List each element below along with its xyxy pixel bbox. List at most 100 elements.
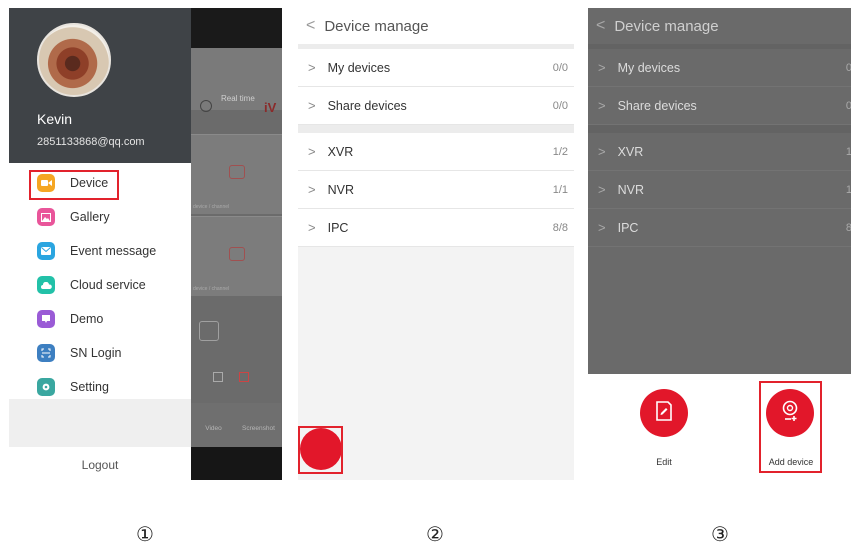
background-app-view: iV Real time device / channel device / c… (191, 8, 282, 480)
menu-item-label: Device (70, 176, 109, 190)
list-item-my-devices[interactable]: > My devices 0/0 (298, 49, 574, 87)
chevron-right-icon: > (308, 182, 316, 197)
edit-icon (654, 400, 674, 427)
drawer-menu: Device Gallery Event message Cloud servi… (9, 166, 191, 404)
cell-label: device / channel (193, 204, 230, 210)
chevron-right-icon: > (308, 98, 316, 113)
menu-item-label: Demo (70, 312, 104, 326)
tab-video-label: Video (205, 425, 222, 432)
cloud-icon (37, 276, 55, 294)
list-item-xvr[interactable]: > XVR 1/2 (298, 133, 574, 171)
drawer-spacer (9, 399, 191, 447)
dimmed-overlay[interactable]: < Device manage > My devices 0/ > Share … (588, 8, 851, 374)
app-drawer-screen: iV Real time device / channel device / c… (9, 8, 282, 480)
chevron-right-icon: > (308, 220, 316, 235)
video-cell: device / channel (191, 134, 282, 214)
logout-button[interactable]: Logout (9, 458, 191, 472)
list-item-label: NVR (327, 182, 354, 197)
camera-icon (229, 247, 245, 261)
chevron-right-icon: > (598, 60, 606, 75)
device-count: 1/ (845, 145, 851, 158)
step-number-1: ① (136, 522, 154, 546)
header: < Device manage (298, 8, 574, 44)
user-icon (200, 100, 212, 112)
device-count: 0/0 (552, 99, 568, 112)
chevron-right-icon: > (598, 98, 606, 113)
chevron-right-icon: > (598, 182, 606, 197)
video-camera-icon (37, 174, 55, 192)
tab-real-time: Real time (221, 94, 255, 103)
tab-video: Video (191, 403, 236, 447)
edit-label: Edit (656, 457, 672, 467)
list-item-label: My devices (327, 60, 391, 75)
device-count: 0/ (845, 61, 851, 74)
app-logo: iV (264, 100, 277, 115)
scan-icon (37, 344, 55, 362)
page-title: Device manage (614, 17, 719, 35)
menu-item-label: Event message (70, 244, 157, 258)
camera-icon (229, 165, 245, 179)
background-status-bar (191, 8, 282, 48)
menu-item-gallery[interactable]: Gallery (9, 200, 191, 234)
user-email: 2851133868@qq.com (37, 136, 145, 148)
device-count: 8/ (845, 221, 851, 234)
tab-screenshot-label: Screenshot (242, 425, 275, 432)
device-count: 8/8 (552, 221, 568, 234)
image-icon (37, 208, 55, 226)
divider (298, 125, 574, 133)
cell-label: device / channel (193, 286, 230, 292)
chevron-right-icon: > (308, 144, 316, 159)
list-item-label: Share devices (327, 98, 407, 113)
menu-item-sn-login[interactable]: SN Login (9, 336, 191, 370)
demo-icon (37, 310, 55, 328)
background-nav-bar (191, 447, 282, 480)
device-count: 0/0 (552, 61, 568, 74)
highlight-box (298, 426, 343, 474)
avatar[interactable] (37, 23, 111, 97)
highlight-box (759, 381, 822, 473)
profile-header: Kevin 2851133868@qq.com (9, 8, 191, 163)
menu-item-event-message[interactable]: Event message (9, 234, 191, 268)
list-item-nvr: > NVR 1/ (588, 171, 851, 209)
list-item-share-devices[interactable]: > Share devices 0/0 (298, 87, 574, 125)
list-item-label: Share devices (617, 98, 697, 113)
menu-item-label: SN Login (70, 346, 122, 360)
list-item-xvr: > XVR 1/ (588, 133, 851, 171)
video-cell: device / channel (191, 216, 282, 296)
menu-item-cloud-service[interactable]: Cloud service (9, 268, 191, 302)
list-item-ipc[interactable]: > IPC 8/8 (298, 209, 574, 247)
edit-button[interactable] (640, 389, 688, 437)
list-item-label: XVR (327, 144, 354, 159)
step-number-3: ③ (711, 522, 729, 546)
menu-item-label: Gallery (70, 210, 110, 224)
chevron-right-icon: > (598, 144, 606, 159)
list-item-label: NVR (617, 182, 644, 197)
list-item-ipc: > IPC 8/ (588, 209, 851, 247)
list-item-label: My devices (617, 60, 681, 75)
back-icon: < (596, 17, 606, 34)
chevron-right-icon: > (308, 60, 316, 75)
folder-icon (199, 321, 219, 341)
back-icon[interactable]: < (306, 17, 315, 35)
menu-item-label: Cloud service (70, 278, 146, 292)
list-item-my-devices: > My devices 0/ (588, 49, 851, 87)
header: < Device manage (588, 8, 851, 44)
list-item-label: IPC (327, 220, 349, 235)
list-item-nvr[interactable]: > NVR 1/1 (298, 171, 574, 209)
device-manage-screen: < Device manage > My devices 0/0 > Share… (298, 8, 574, 480)
page-title: Device manage (324, 17, 429, 35)
side-drawer: Kevin 2851133868@qq.com Device Gallery E… (9, 8, 191, 480)
step-number-2: ② (426, 522, 444, 546)
envelope-icon (37, 242, 55, 260)
tab-screenshot: Screenshot (236, 403, 281, 447)
device-count: 1/1 (552, 183, 568, 196)
list-item-label: IPC (617, 220, 639, 235)
divider (588, 125, 851, 133)
device-count: 1/2 (552, 145, 568, 158)
single-view-icon (213, 372, 223, 382)
menu-item-device[interactable]: Device (9, 166, 191, 200)
device-count: 1/ (845, 183, 851, 196)
user-name: Kevin (37, 111, 73, 127)
menu-item-demo[interactable]: Demo (9, 302, 191, 336)
device-count: 0/ (845, 99, 851, 112)
